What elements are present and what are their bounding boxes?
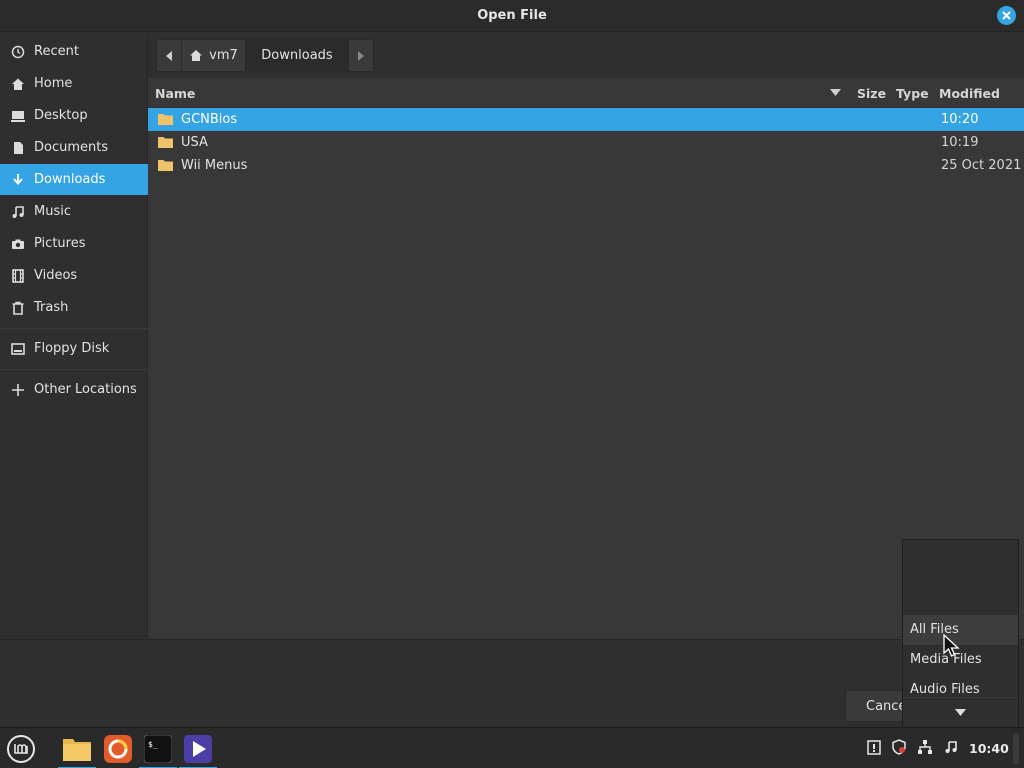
sort-descending-icon[interactable] bbox=[830, 89, 841, 96]
file-modified: 25 Oct 2021 bbox=[941, 158, 1022, 173]
terminal-icon: $_ bbox=[144, 735, 172, 763]
sidebar-item-label: Pictures bbox=[34, 236, 86, 251]
file-filter-dropdown[interactable]: All Files Media Files Audio Files bbox=[902, 539, 1019, 728]
file-modified: 10:20 bbox=[941, 112, 979, 127]
file-row-wii-menus[interactable]: Wii Menus 25 Oct 2021 bbox=[148, 154, 1024, 177]
folder-icon bbox=[158, 114, 173, 125]
chevron-down-icon bbox=[955, 709, 966, 716]
file-row-usa[interactable]: USA 10:19 bbox=[148, 131, 1024, 154]
sidebar-item-trash[interactable]: Trash bbox=[0, 292, 148, 323]
trash-icon bbox=[10, 300, 26, 316]
sidebar-item-downloads[interactable]: Downloads bbox=[0, 164, 148, 195]
firefox-icon bbox=[104, 735, 132, 763]
sidebar-item-label: Home bbox=[34, 76, 73, 91]
path-back-button[interactable] bbox=[156, 39, 182, 72]
path-segment-current[interactable]: Downloads bbox=[245, 39, 349, 72]
taskbar: $_ 10:40 bbox=[0, 727, 1024, 768]
drive-icon bbox=[10, 341, 26, 357]
filter-option-audio-files[interactable]: Audio Files bbox=[903, 675, 1018, 697]
shield-icon bbox=[892, 739, 906, 755]
sidebar-item-label: Downloads bbox=[34, 172, 106, 187]
dropdown-scroll-down-button[interactable] bbox=[903, 697, 1018, 727]
download-icon bbox=[10, 172, 26, 188]
camera-icon bbox=[10, 236, 26, 252]
sidebar-item-label: Other Locations bbox=[34, 382, 137, 397]
taskbar-app-files[interactable] bbox=[58, 732, 96, 768]
column-header-modified[interactable]: Modified bbox=[939, 86, 1000, 101]
film-icon bbox=[10, 268, 26, 284]
path-segment-home[interactable]: vm7 bbox=[181, 39, 246, 72]
taskbar-clock[interactable]: 10:40 bbox=[969, 741, 1009, 756]
sidebar-item-label: Trash bbox=[34, 300, 69, 315]
mint-logo-icon bbox=[7, 735, 35, 763]
plus-icon bbox=[10, 382, 26, 398]
taskbar-app-media-player[interactable] bbox=[179, 732, 217, 768]
filter-option-all-files[interactable]: All Files bbox=[903, 615, 1018, 645]
sidebar-item-label: Videos bbox=[34, 268, 78, 283]
column-header-name[interactable]: Name bbox=[155, 86, 195, 101]
path-segment-label: vm7 bbox=[209, 48, 238, 63]
clipboard-alert-icon bbox=[867, 740, 881, 755]
network-icon bbox=[918, 740, 932, 754]
tray-network[interactable] bbox=[916, 738, 934, 756]
home-icon bbox=[190, 50, 203, 61]
sidebar-separator bbox=[0, 369, 148, 370]
window-title: Open File bbox=[477, 8, 547, 23]
path-forward-button[interactable] bbox=[348, 39, 374, 72]
sidebar-item-label: Desktop bbox=[34, 108, 88, 123]
sidebar-item-music[interactable]: Music bbox=[0, 196, 148, 227]
sidebar-item-pictures[interactable]: Pictures bbox=[0, 228, 148, 259]
places-sidebar: Recent Home Desktop Documents Downloads … bbox=[0, 33, 148, 639]
show-desktop-button[interactable] bbox=[1013, 734, 1019, 764]
file-row-gcnbios[interactable]: GCNBios 10:20 bbox=[148, 108, 1024, 131]
filter-option-media-files[interactable]: Media Files bbox=[903, 645, 1018, 675]
path-bar: vm7 Downloads bbox=[148, 33, 1024, 78]
file-name: GCNBios bbox=[181, 112, 238, 127]
play-icon bbox=[184, 735, 212, 763]
sidebar-item-label: Music bbox=[34, 204, 71, 219]
path-segment-label: Downloads bbox=[261, 48, 333, 63]
column-header: Name Size Type Modified bbox=[148, 78, 1024, 108]
tray-sound[interactable] bbox=[942, 738, 960, 756]
document-icon bbox=[10, 140, 26, 156]
music-note-icon bbox=[10, 204, 26, 220]
sidebar-item-videos[interactable]: Videos bbox=[0, 260, 148, 291]
file-name: Wii Menus bbox=[181, 158, 248, 173]
clock-icon bbox=[10, 44, 26, 60]
sidebar-separator bbox=[0, 328, 148, 329]
close-button[interactable] bbox=[997, 6, 1016, 25]
title-bar: Open File bbox=[0, 0, 1024, 32]
file-name: USA bbox=[181, 135, 208, 150]
dialog-footer: Cancel bbox=[0, 639, 1024, 727]
folder-icon bbox=[158, 160, 173, 171]
chevron-right-icon bbox=[358, 50, 364, 61]
sidebar-item-home[interactable]: Home bbox=[0, 68, 148, 99]
sidebar-item-recent[interactable]: Recent bbox=[0, 36, 148, 67]
folder-icon bbox=[63, 739, 91, 761]
sidebar-item-label: Recent bbox=[34, 44, 79, 59]
taskbar-app-terminal[interactable]: $_ bbox=[139, 732, 177, 768]
column-header-size[interactable]: Size bbox=[857, 86, 886, 101]
sidebar-item-floppy-disk[interactable]: Floppy Disk bbox=[0, 333, 148, 364]
svg-text:$_: $_ bbox=[148, 740, 158, 749]
sidebar-item-label: Floppy Disk bbox=[34, 341, 110, 356]
sidebar-item-other-locations[interactable]: Other Locations bbox=[0, 374, 148, 405]
file-list: Name Size Type Modified GCNBios 10:20 US… bbox=[148, 78, 1024, 639]
chevron-left-icon bbox=[166, 50, 172, 61]
file-modified: 10:19 bbox=[941, 135, 979, 150]
start-menu-button[interactable] bbox=[2, 732, 40, 766]
sidebar-item-label: Documents bbox=[34, 140, 109, 155]
tray-update-manager[interactable] bbox=[865, 738, 883, 756]
folder-icon bbox=[158, 137, 173, 148]
sidebar-item-documents[interactable]: Documents bbox=[0, 132, 148, 163]
close-icon bbox=[1002, 11, 1011, 20]
home-icon bbox=[10, 76, 26, 92]
taskbar-app-firefox[interactable] bbox=[99, 732, 137, 766]
desktop-icon bbox=[10, 108, 26, 124]
tray-security[interactable] bbox=[890, 738, 908, 756]
music-note-icon bbox=[945, 741, 957, 753]
sidebar-item-desktop[interactable]: Desktop bbox=[0, 100, 148, 131]
column-header-type[interactable]: Type bbox=[896, 86, 929, 101]
